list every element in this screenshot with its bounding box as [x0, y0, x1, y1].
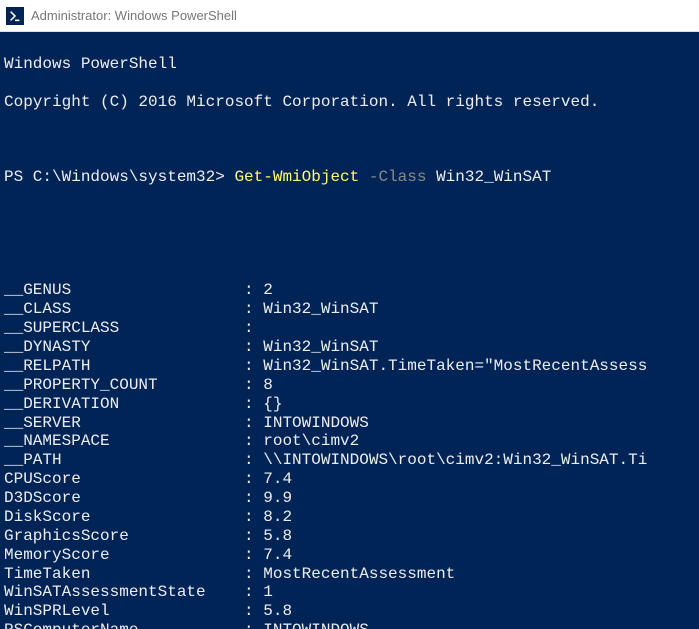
output-row: TimeTaken : MostRecentAssessment: [4, 565, 699, 584]
property-name: D3DScore: [4, 489, 244, 508]
output-row: WinSPRLevel : 5.8: [4, 602, 699, 621]
colon: :: [244, 414, 263, 433]
colon: :: [244, 565, 263, 584]
property-value: {}: [263, 395, 282, 414]
cmdlet-text: Get-WmiObject: [234, 168, 368, 186]
output-row: __SERVER : INTOWINDOWS: [4, 414, 699, 433]
colon: :: [244, 451, 263, 470]
colon: :: [244, 357, 263, 376]
property-name: __PROPERTY_COUNT: [4, 376, 244, 395]
property-value: MostRecentAssessment: [263, 565, 455, 584]
colon: :: [244, 527, 263, 546]
property-value: 9.9: [263, 489, 292, 508]
blank-line: [4, 244, 699, 263]
colon: :: [244, 508, 263, 527]
colon: :: [244, 319, 263, 338]
output-row: GraphicsScore : 5.8: [4, 527, 699, 546]
output-row: DiskScore : 8.2: [4, 508, 699, 527]
property-name: __NAMESPACE: [4, 432, 244, 451]
property-value: 7.4: [263, 470, 292, 489]
colon: :: [244, 602, 263, 621]
colon: :: [244, 583, 263, 602]
colon: :: [244, 281, 263, 300]
output-row: D3DScore : 9.9: [4, 489, 699, 508]
colon: :: [244, 376, 263, 395]
command-line: PS C:\Windows\system32> Get-WmiObject -C…: [4, 168, 699, 187]
property-value: Win32_WinSAT: [263, 338, 378, 357]
output-row: __NAMESPACE : root\cimv2: [4, 432, 699, 451]
prompt-text: PS C:\Windows\system32>: [4, 168, 234, 186]
property-value: INTOWINDOWS: [263, 414, 369, 433]
output-row: __DYNASTY : Win32_WinSAT: [4, 338, 699, 357]
colon: :: [244, 489, 263, 508]
output-row: MemoryScore : 7.4: [4, 546, 699, 565]
output-row: __RELPATH : Win32_WinSAT.TimeTaken="Most…: [4, 357, 699, 376]
property-name: __SUPERCLASS: [4, 319, 244, 338]
property-name: __SERVER: [4, 414, 244, 433]
output-block: __GENUS : 2__CLASS : Win32_WinSAT__SUPER…: [4, 281, 699, 629]
property-value: root\cimv2: [263, 432, 359, 451]
property-value: INTOWINDOWS: [263, 621, 369, 629]
property-name: __GENUS: [4, 281, 244, 300]
property-value: 5.8: [263, 527, 292, 546]
colon: :: [244, 300, 263, 319]
property-name: PSComputerName: [4, 621, 244, 629]
blank-line: [4, 130, 699, 149]
property-name: __RELPATH: [4, 357, 244, 376]
powershell-icon: [6, 7, 24, 25]
property-value: 5.8: [263, 602, 292, 621]
colon: :: [244, 395, 263, 414]
property-value: 2: [263, 281, 273, 300]
copyright-line: Copyright (C) 2016 Microsoft Corporation…: [4, 93, 699, 112]
titlebar[interactable]: Administrator: Windows PowerShell: [0, 0, 699, 32]
property-name: __CLASS: [4, 300, 244, 319]
colon: :: [244, 470, 263, 489]
output-row: __PATH : \\INTOWINDOWS\root\cimv2:Win32_…: [4, 451, 699, 470]
header-line: Windows PowerShell: [4, 55, 699, 74]
property-name: __DERIVATION: [4, 395, 244, 414]
property-value: 8.2: [263, 508, 292, 527]
property-name: CPUScore: [4, 470, 244, 489]
property-value: Win32_WinSAT.TimeTaken="MostRecentAssess: [263, 357, 647, 376]
output-row: __DERIVATION : {}: [4, 395, 699, 414]
output-row: __SUPERCLASS :: [4, 319, 699, 338]
colon: :: [244, 338, 263, 357]
property-name: MemoryScore: [4, 546, 244, 565]
property-name: DiskScore: [4, 508, 244, 527]
output-row: __PROPERTY_COUNT : 8: [4, 376, 699, 395]
powershell-window: Administrator: Windows PowerShell Window…: [0, 0, 699, 629]
property-name: WinSATAssessmentState: [4, 583, 244, 602]
property-value: 1: [263, 583, 273, 602]
property-name: WinSPRLevel: [4, 602, 244, 621]
param-value: Win32_WinSAT: [436, 168, 551, 186]
colon: :: [244, 546, 263, 565]
blank-line: [4, 206, 699, 225]
output-row: __CLASS : Win32_WinSAT: [4, 300, 699, 319]
output-row: CPUScore : 7.4: [4, 470, 699, 489]
output-row: PSComputerName : INTOWINDOWS: [4, 621, 699, 629]
colon: :: [244, 621, 263, 629]
property-name: __PATH: [4, 451, 244, 470]
property-value: 7.4: [263, 546, 292, 565]
property-value: \\INTOWINDOWS\root\cimv2:Win32_WinSAT.Ti: [263, 451, 647, 470]
terminal-output[interactable]: Windows PowerShell Copyright (C) 2016 Mi…: [0, 32, 699, 629]
property-name: __DYNASTY: [4, 338, 244, 357]
property-value: 8: [263, 376, 273, 395]
output-row: __GENUS : 2: [4, 281, 699, 300]
property-name: GraphicsScore: [4, 527, 244, 546]
param-text: -Class: [369, 168, 436, 186]
output-row: WinSATAssessmentState : 1: [4, 583, 699, 602]
property-value: Win32_WinSAT: [263, 300, 378, 319]
colon: :: [244, 432, 263, 451]
property-name: TimeTaken: [4, 565, 244, 584]
window-title: Administrator: Windows PowerShell: [31, 8, 237, 23]
